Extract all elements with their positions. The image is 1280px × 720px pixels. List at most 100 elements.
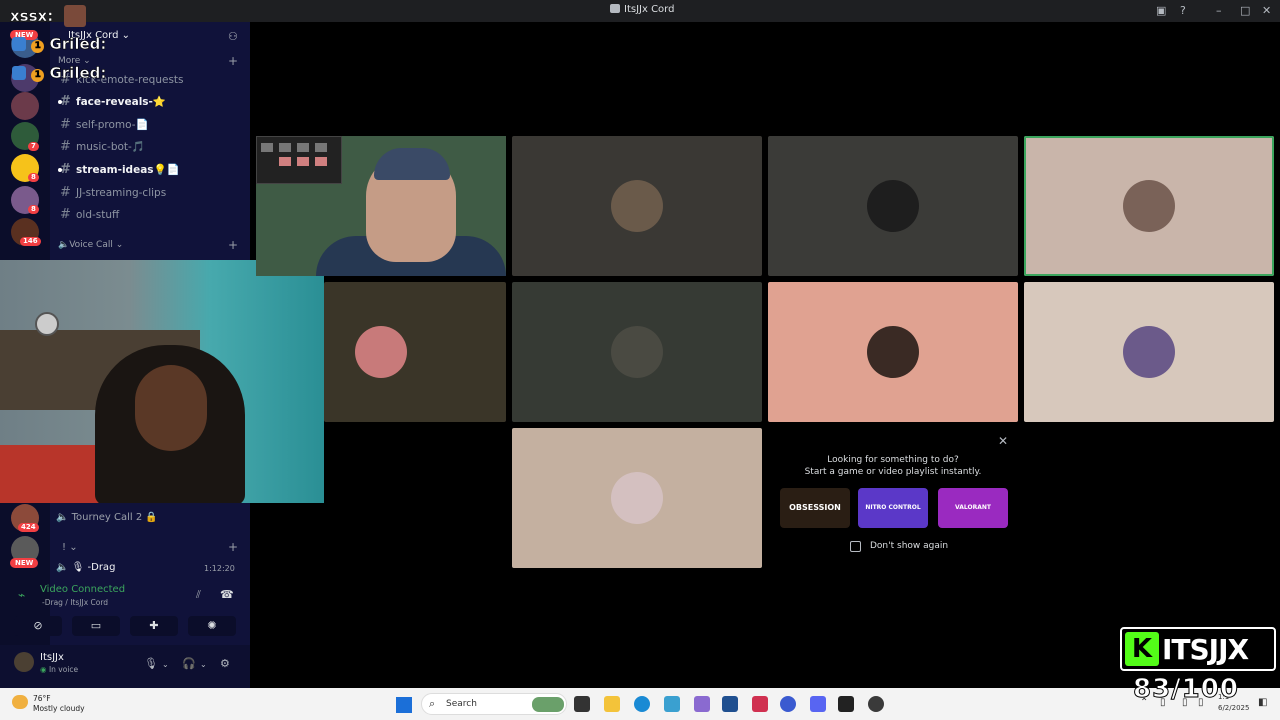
avatar[interactable] — [14, 652, 34, 672]
app-icon[interactable] — [694, 696, 710, 712]
inbox-icon[interactable]: ▣ — [1156, 4, 1166, 17]
windows-start-icon[interactable] — [396, 697, 412, 713]
channel-item[interactable]: # old-stuff — [60, 207, 119, 222]
notification-icon[interactable]: ◧ — [1258, 697, 1267, 708]
windows-taskbar: 76°F Mostly cloudy ⌕ Search ⌃ ▯ ▯ ▯ 1:1 6… — [0, 688, 1280, 720]
video-tile[interactable] — [768, 282, 1018, 422]
soundboard-button[interactable]: ✺ — [188, 616, 236, 636]
avatar — [1123, 326, 1175, 378]
user-status: ◉ In voice — [40, 665, 79, 674]
search-icon: ⌕ — [429, 697, 436, 710]
activity-card-obsession[interactable]: OBSESSION — [780, 488, 850, 528]
avatar — [867, 180, 919, 232]
channel-item[interactable]: # stream-ideas💡📄 — [58, 162, 180, 177]
help-icon[interactable]: ? — [1180, 4, 1186, 17]
epic-games-icon[interactable] — [838, 696, 854, 712]
hash-icon: # — [60, 117, 71, 132]
task-view-icon[interactable] — [574, 696, 590, 712]
channel-item[interactable]: # self-promo-📄 — [60, 117, 149, 132]
activity-suggestion-panel: ✕ Looking for something to do? Start a g… — [768, 428, 1018, 568]
add-channel-icon[interactable]: + — [228, 540, 238, 554]
disconnect-icon[interactable]: ☎ — [220, 588, 234, 601]
video-tile[interactable] — [512, 428, 762, 568]
video-tile[interactable] — [512, 136, 762, 276]
activity-subtitle: Start a game or video playlist instantly… — [804, 467, 982, 477]
category-bang[interactable]: ! ⌄ — [62, 542, 78, 553]
mention-badge: 8 — [28, 173, 39, 182]
voice-channel-tourney[interactable]: 🔈 Tourney Call 2 🔒 — [56, 512, 158, 523]
dont-show-checkbox[interactable] — [850, 541, 861, 552]
channel-item[interactable]: # face-reveals-⭐ — [58, 94, 166, 109]
webcam-face — [135, 365, 207, 451]
chevron-down-icon[interactable]: ⌄ — [162, 660, 169, 669]
channel-item[interactable]: # JJ-streaming-clips — [60, 185, 166, 200]
edge-icon[interactable] — [634, 696, 650, 712]
mention-badge: 7 — [28, 142, 39, 151]
dont-show-label: Don't show again — [870, 541, 949, 551]
app-icon[interactable] — [664, 696, 680, 712]
kick-emote-icon — [12, 66, 26, 80]
activity-card-nitro[interactable]: NITRO CONTROL — [858, 488, 928, 528]
category-voice-call[interactable]: 🔈Voice Call ⌄ — [58, 240, 123, 250]
noise-suppression-icon[interactable]: ⫽ — [196, 588, 201, 602]
video-tile-camera[interactable] — [256, 136, 506, 276]
server-icon[interactable] — [11, 92, 39, 120]
app-icon[interactable] — [752, 696, 768, 712]
unread-dot — [58, 100, 62, 104]
activities-button[interactable]: ✚ — [130, 616, 178, 636]
title-bar: ItsJJx Cord ▣ ? – □ ✕ — [0, 0, 1280, 22]
discord-logo-icon — [610, 4, 620, 13]
activity-card-valorant[interactable]: VALORANT — [938, 488, 1008, 528]
user-name: ItsJJx — [40, 652, 64, 663]
taskbar-search[interactable]: ⌕ Search — [421, 693, 567, 715]
minimize-icon[interactable]: – — [1216, 4, 1222, 17]
channel-item[interactable]: # music-bot-🎵 — [60, 139, 145, 154]
hash-icon: # — [60, 139, 71, 154]
app-icon[interactable] — [780, 696, 796, 712]
call-timer: 1:12:20 — [204, 564, 235, 573]
microphone-icon[interactable]: 🎙 — [144, 657, 158, 670]
voice-channel-drag[interactable]: 🔈 🎙 -Drag — [56, 562, 115, 573]
file-explorer-icon[interactable] — [604, 696, 620, 712]
unread-dot — [58, 168, 62, 172]
video-tile-speaking[interactable] — [1024, 136, 1274, 276]
app-icon[interactable] — [868, 696, 884, 712]
store-icon[interactable] — [722, 696, 738, 712]
headphones-icon[interactable]: 🎧 — [182, 657, 196, 670]
voice-substatus: -Drag / ItsJJx Cord — [42, 598, 109, 607]
add-channel-icon[interactable]: + — [228, 54, 238, 68]
new-tag: NEW — [10, 558, 39, 568]
mention-badge: 424 — [18, 523, 39, 532]
settings-gear-icon[interactable]: ⚙ — [220, 657, 230, 670]
avatar — [1123, 180, 1175, 232]
camera-off-button[interactable]: ⊘ — [14, 616, 62, 636]
screen: ItsJJx Cord ▣ ? – □ ✕ 7 8 8 146 424 NEW … — [0, 0, 1280, 720]
screen-share-button[interactable]: ▭ — [72, 616, 120, 636]
weather-condition: Mostly cloudy — [33, 704, 85, 713]
overlay-username: xssx: — [10, 7, 54, 26]
discord-taskbar-icon[interactable] — [810, 696, 826, 712]
maximize-icon[interactable]: □ — [1240, 4, 1250, 17]
window-title: ItsJJx Cord — [610, 4, 674, 15]
add-friend-icon[interactable]: ⚇ — [228, 30, 238, 43]
close-icon[interactable]: ✕ — [998, 434, 1008, 448]
chevron-down-icon[interactable]: ⌄ — [200, 660, 207, 669]
overlay-avatar — [64, 5, 86, 27]
kick-emote-icon — [12, 37, 26, 51]
video-tile[interactable] — [1024, 282, 1274, 422]
avatar — [611, 326, 663, 378]
weather-temp: 76°F — [33, 694, 51, 703]
brand-text: ITSJJX — [1162, 633, 1249, 666]
close-icon[interactable]: ✕ — [1262, 4, 1271, 17]
overlay-alert: 1 Griled: — [12, 64, 107, 82]
in-voice-icon: ◉ — [40, 665, 47, 674]
kick-brand-logo: K ITSJJX — [1120, 627, 1276, 671]
add-channel-icon[interactable]: + — [228, 238, 238, 252]
weather-icon[interactable] — [12, 695, 28, 709]
activity-title: Looking for something to do? — [827, 455, 959, 465]
video-tile[interactable] — [512, 282, 762, 422]
signal-icon[interactable]: ⌁ — [18, 588, 25, 602]
video-tile[interactable] — [768, 136, 1018, 276]
video-tile[interactable] — [324, 282, 506, 422]
screen-share-thumbnail[interactable] — [256, 136, 342, 184]
